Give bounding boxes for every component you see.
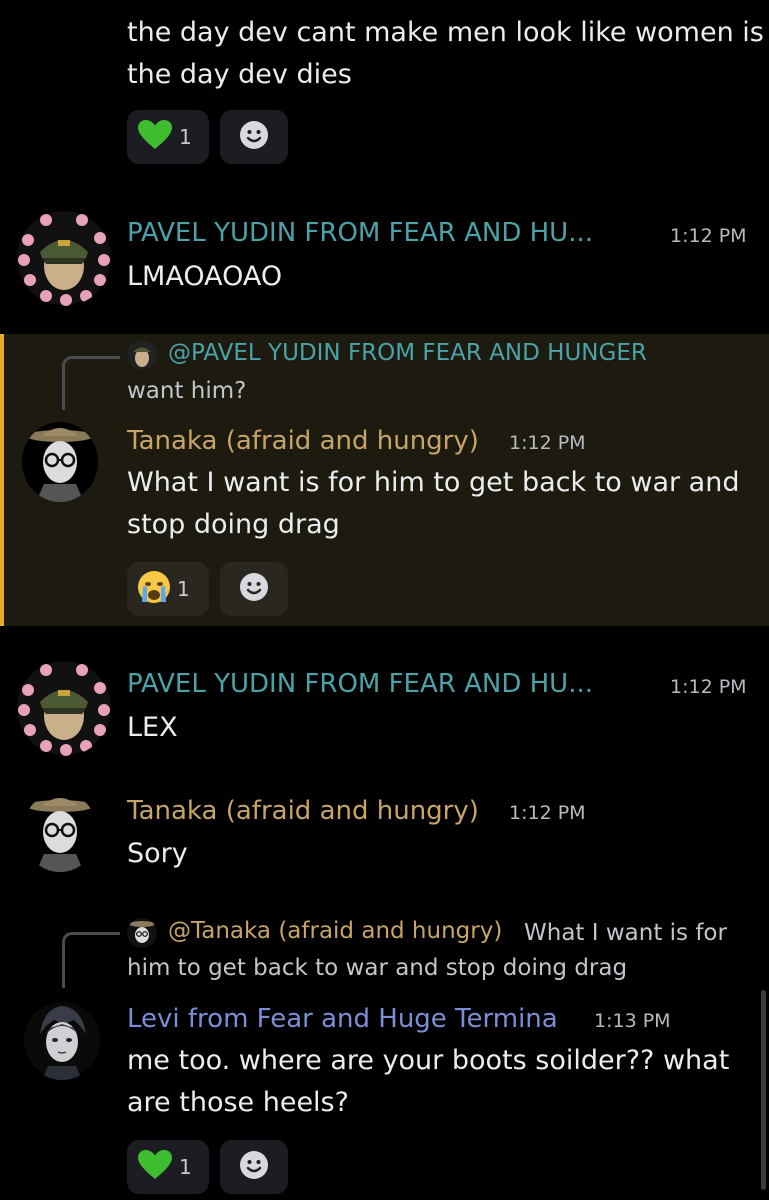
mention-highlight-bar [0,334,4,626]
timestamp: 1:12 PM [670,225,747,247]
reply-avatar-tanaka [127,918,157,948]
add-reaction-button[interactable] [220,110,288,164]
timestamp: 1:12 PM [670,676,747,698]
smiley-add-icon [239,1150,269,1184]
timestamp: 1:13 PM [594,1010,671,1032]
scrollbar[interactable] [761,990,766,1190]
message-text: What I want is for him to get back to wa… [127,467,740,540]
smiley-add-icon [239,120,269,154]
author-name[interactable]: Levi from Fear and Huge Termina [127,1002,558,1036]
author-name[interactable]: Tanaka (afraid and hungry) [127,424,479,458]
green-heart-icon [137,119,173,155]
green-heart-icon [137,1149,173,1185]
author-name[interactable]: PAVEL YUDIN FROM FEAR AND HU... [127,667,593,701]
add-reaction-button[interactable] [220,1140,288,1194]
avatar-tanaka[interactable] [22,792,98,872]
reply-avatar-pavel [127,340,157,370]
avatar-levi[interactable] [24,1000,100,1080]
avatar-tanaka[interactable] [22,422,98,502]
reply-connector [62,932,120,988]
message-text: me too. where are your boots soilder?? w… [127,1045,730,1118]
message-text: Sory [127,838,188,869]
avatar-pavel[interactable] [16,660,112,756]
timestamp: 1:12 PM [509,802,586,824]
author-name[interactable]: Tanaka (afraid and hungry) [127,794,479,828]
reaction-green-heart[interactable]: 1 [127,110,209,164]
message-text: LMAOAOAO [127,261,283,292]
reaction-crying-face[interactable]: 1 [127,562,209,616]
reply-preview-line2[interactable]: him to get back to war and stop doing dr… [127,955,627,981]
message-text: LEX [127,712,178,743]
reply-mention[interactable]: @Tanaka (afraid and hungry) [168,918,502,944]
reaction-green-heart[interactable]: 1 [127,1140,209,1194]
avatar-pavel[interactable] [16,210,112,306]
crying-face-icon [137,570,171,608]
author-name[interactable]: PAVEL YUDIN FROM FEAR AND HU... [127,216,593,250]
smiley-add-icon [239,572,269,606]
timestamp: 1:12 PM [509,432,586,454]
message-text: the day dev cant make men look like wome… [127,17,764,90]
add-reaction-button[interactable] [220,562,288,616]
reply-connector [62,356,120,410]
reply-mention[interactable]: @PAVEL YUDIN FROM FEAR AND HUNGER [168,340,647,366]
reply-preview-line1[interactable]: What I want is for [524,920,727,946]
reply-preview[interactable]: want him? [127,378,246,404]
